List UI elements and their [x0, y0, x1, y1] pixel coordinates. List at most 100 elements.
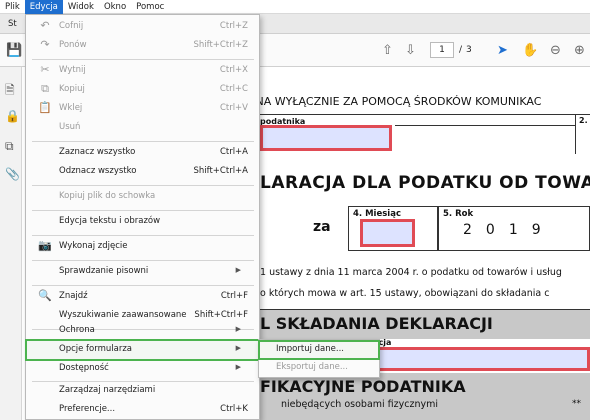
menu-item-label: Dostępność [59, 363, 109, 373]
copy-icon: ⧉ [41, 82, 49, 95]
lock-icon[interactable]: 🔒 [5, 109, 20, 123]
page-down-icon[interactable]: ⇩ [405, 43, 416, 58]
doc-paragraph: o których mowa w art. 15 ustawy, obowiąz… [260, 288, 550, 299]
submenu-item-label: Importuj dane... [276, 344, 344, 354]
menu-item-copy-file[interactable]: Kopiuj plik do schowka [26, 187, 259, 207]
menu-item-label: Wykonaj zdjęcie [59, 241, 128, 251]
page-up-icon[interactable]: ⇧ [382, 43, 393, 58]
submenu-arrow-icon: ▶ [235, 266, 241, 274]
menu-item-label: Usuń [59, 122, 81, 132]
menu-item-label: Zaznacz wszystko [59, 147, 136, 157]
menu-separator [32, 260, 254, 261]
menu-item-label: Kopiuj plik do schowka [59, 191, 156, 201]
page-thumbnails-icon[interactable]: 🗎 [5, 81, 15, 102]
menu-item-paste[interactable]: 📋 Wklej Ctrl+V [26, 99, 259, 119]
menu-item-shortcut: Ctrl+F [220, 291, 248, 301]
menu-item-label: Kopiuj [59, 84, 85, 94]
menu-item-shortcut: Ctrl+A [219, 147, 248, 157]
submenu-arrow-icon: ▶ [235, 344, 241, 352]
menu-item-label: Edycja tekstu i obrazów [59, 216, 161, 226]
declaration-form-field[interactable] [380, 347, 590, 371]
menu-separator [32, 210, 254, 211]
submenu-item-export-data[interactable]: Eksportuj dane... [259, 359, 379, 377]
menu-item-undo[interactable]: ↶ Cofnij Ctrl+Z [26, 17, 259, 37]
tab-start[interactable]: St [8, 19, 17, 29]
page-separator: / [459, 45, 463, 55]
menu-item-shortcut: Ctrl+K [220, 404, 248, 414]
submenu-arrow-icon: ▶ [235, 363, 241, 371]
menu-item-label: Ponów [59, 40, 87, 50]
doc-rule [260, 114, 590, 115]
menu-item-shortcut: Ctrl+V [219, 103, 248, 113]
attachment-icon[interactable]: 📎 [5, 167, 20, 181]
menu-item-shortcut: Ctrl+X [219, 65, 248, 75]
menu-item-cut[interactable]: ✂ Wytnij Ctrl+X [26, 61, 259, 81]
menu-item-protection[interactable]: Ochrona ▶ [26, 321, 259, 341]
menu-item-label: Wyszukiwanie zaawansowane [59, 310, 187, 320]
menu-item-spell-check[interactable]: Sprawdzanie pisowni ▶ [26, 262, 259, 282]
menu-separator [32, 59, 254, 60]
menu-item-label: Ochrona [59, 325, 95, 335]
zoom-in-icon[interactable]: ⊕ [574, 43, 585, 58]
menu-item-deselect-all[interactable]: Odznacz wszystko Shift+Ctrl+A [26, 162, 259, 182]
menu-help[interactable]: Pomoc [131, 0, 169, 14]
doc-footnote-mark: ** [572, 399, 581, 409]
doc-header-line: ANA WYŁĄCZNIE ZA POMOCĄ ŚRODKÓW KOMUNIKA… [248, 95, 542, 108]
nip-form-field[interactable] [260, 125, 392, 151]
cut-icon: ✂ [40, 63, 50, 76]
month-form-field[interactable] [360, 219, 415, 247]
submenu-item-import-data[interactable]: Importuj dane... [258, 340, 380, 360]
menu-item-label: Wklej [59, 103, 83, 113]
doc-title: LARACJA DLA PODATKU OD TOWA [260, 173, 590, 193]
menu-item-copy[interactable]: ⧉ Kopiuj Ctrl+C [26, 80, 259, 100]
menu-item-find[interactable]: 🔍 Znajdź Ctrl+F [26, 287, 259, 307]
menu-item-shortcut: Shift+Ctrl+A [193, 166, 248, 176]
redo-icon: ↷ [40, 38, 50, 51]
menu-item-label: Sprawdzanie pisowni [59, 266, 149, 276]
menu-window[interactable]: Okno [99, 0, 131, 14]
search-icon: 🔍 [38, 289, 52, 302]
menu-item-label: Wytnij [59, 65, 86, 75]
paste-icon: 📋 [38, 101, 52, 114]
copy-pages-icon[interactable]: ⧉ [5, 139, 14, 154]
month-label: 4. Miesiąc [353, 209, 401, 219]
page-total: 3 [466, 45, 472, 55]
menu-item-shortcut: Ctrl+C [219, 84, 248, 94]
menu-edit[interactable]: Edycja [24, 0, 63, 14]
page-number-input[interactable]: 1 [430, 42, 454, 58]
menu-item-label: Opcje formularza [59, 344, 132, 354]
section-title: FIKACYJNE PODATNIKA [260, 377, 466, 396]
menu-item-preferences[interactable]: Preferencje... Ctrl+K [26, 400, 259, 420]
menu-item-delete[interactable]: Usuń [26, 118, 259, 138]
menu-item-edit-text-images[interactable]: Edycja tekstu i obrazów [26, 212, 259, 232]
year-label: 5. Rok [443, 209, 474, 219]
menu-file[interactable]: Plik [0, 0, 25, 14]
menu-item-accessibility[interactable]: Dostępność ▶ [26, 359, 259, 379]
doc-field-number: 2. [579, 116, 588, 125]
menu-item-redo[interactable]: ↷ Ponów Shift+Ctrl+Z [26, 36, 259, 56]
menu-item-shortcut: Shift+Ctrl+F [194, 310, 248, 320]
edit-menu-dropdown: ↶ Cofnij Ctrl+Z ↷ Ponów Shift+Ctrl+Z ✂ W… [25, 14, 260, 420]
doc-rule [575, 114, 576, 154]
menu-item-select-all[interactable]: Zaznacz wszystko Ctrl+A [26, 143, 259, 163]
undo-icon: ↶ [40, 19, 50, 32]
menu-item-shortcut: Shift+Ctrl+Z [193, 40, 248, 50]
doc-paragraph: 1 ustawy z dnia 11 marca 2004 r. o podat… [260, 267, 562, 278]
camera-icon: 📷 [38, 239, 52, 252]
menu-item-form-options[interactable]: Opcje formularza ▶ [25, 339, 260, 361]
menu-item-label: Zarządzaj narzędziami [59, 385, 156, 395]
form-options-submenu: Importuj dane... Eksportuj dane... [258, 339, 380, 378]
menu-bar: Plik Edycja Widok Okno Pomoc [0, 0, 590, 14]
menu-separator [32, 235, 254, 236]
menu-item-take-snapshot[interactable]: 📷 Wykonaj zdjęcie [26, 237, 259, 257]
hand-tool-icon[interactable]: ✋ [522, 43, 538, 58]
save-icon[interactable]: 💾 [6, 43, 22, 58]
menu-item-label: Cofnij [59, 21, 84, 31]
zoom-out-icon[interactable]: ⊖ [550, 43, 561, 58]
menu-view[interactable]: Widok [63, 0, 99, 14]
menu-item-manage-tools[interactable]: Zarządzaj narzędziami [26, 381, 259, 401]
menu-item-label: Znajdź [59, 291, 88, 301]
select-cursor-icon[interactable]: ➤ [497, 43, 508, 58]
menu-item-label: Preferencje... [59, 404, 116, 414]
menu-separator [32, 141, 254, 142]
